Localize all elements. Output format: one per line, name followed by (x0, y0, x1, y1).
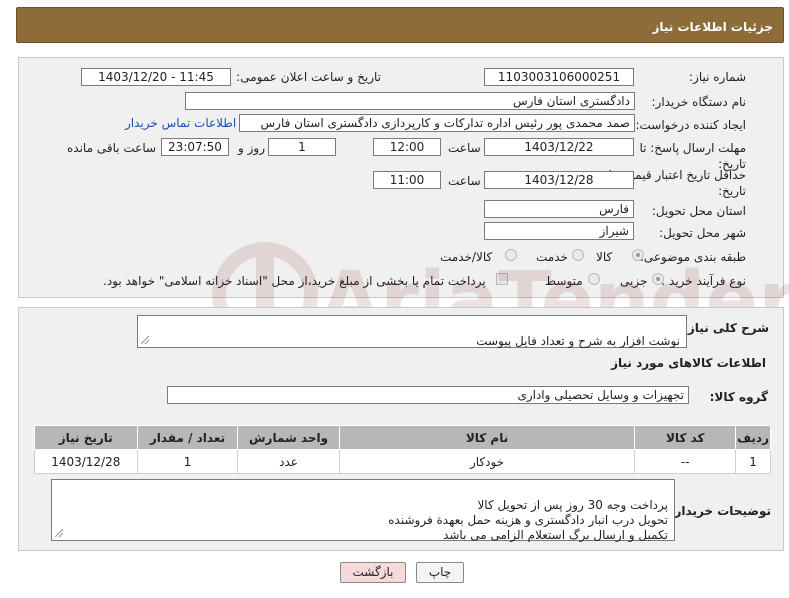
need-number-field: 1103003106000251 (484, 68, 634, 86)
announce-datetime-label: تاریخ و ساعت اعلان عمومی: (236, 70, 381, 84)
buyer-contact-link[interactable]: اطلاعات تماس خریدار (125, 116, 236, 130)
delivery-province-label: استان محل تحویل: (651, 204, 746, 218)
page-header: جزئیات اطلاعات نیاز (16, 7, 784, 43)
goods-table-header-row: ردیف کد کالا نام کالا واحد شمارش تعداد /… (34, 425, 771, 450)
summary-label: شرح کلی نیاز: (683, 321, 769, 335)
process-type-label: نوع فرآیند خرید : (661, 274, 746, 288)
table-row: 1 -- خودکار عدد 1 1403/12/28 (34, 449, 771, 474)
cell-row-number: 1 (735, 449, 771, 474)
cell-goods-name: خودکار (338, 449, 636, 474)
process-medium-label: متوسط (545, 274, 583, 288)
summary-textarea[interactable]: نوشت افزار به شرح و تعداد فایل پیوست (137, 315, 687, 348)
reply-deadline-time-label: ساعت (448, 141, 481, 155)
requester-field: صمد محمدی پور رئیس اداره تدارکات و کارپر… (239, 114, 635, 132)
price-validity-time-label: ساعت (448, 174, 481, 188)
requester-label: ایجاد کننده درخواست: (635, 118, 746, 132)
remaining-days-field: 1 (268, 138, 336, 156)
goods-group-label: گروه کالا: (709, 390, 768, 404)
buyer-notes-label: توضیحات خریدار: (669, 504, 771, 518)
resize-grip-icon[interactable] (55, 529, 63, 537)
cell-need-date: 1403/12/28 (34, 449, 138, 474)
category-service-radio[interactable] (572, 249, 584, 261)
col-goods-code: کد کالا (634, 425, 737, 450)
col-quantity: تعداد / مقدار (136, 425, 239, 450)
price-validity-date-field: 1403/12/28 (484, 171, 634, 189)
page-title: جزئیات اطلاعات نیاز (652, 20, 773, 34)
resize-grip-icon[interactable] (141, 336, 149, 344)
remaining-days-label: روز و (238, 141, 265, 155)
category-service-label: خدمت (536, 250, 568, 264)
print-button[interactable]: چاپ (416, 562, 464, 583)
cell-quantity: 1 (136, 449, 239, 474)
cell-goods-code: -- (634, 449, 737, 474)
category-goods-label: کالا (596, 250, 613, 264)
price-validity-time-field: 11:00 (373, 171, 441, 189)
col-unit: واحد شمارش (237, 425, 340, 450)
buyer-org-label: نام دستگاه خریدار: (651, 95, 747, 109)
reply-deadline-date-field: 1403/12/22 (484, 138, 634, 156)
delivery-city-label: شهر محل تحویل: (659, 226, 746, 240)
col-need-date: تاریخ نیاز (34, 425, 138, 450)
goods-group-field: تجهیزات و وسایل تحصیلی واداری (167, 386, 689, 404)
buyer-org-field: دادگستری استان فارس (185, 92, 635, 110)
buyer-notes-text: پرداخت وجه 30 روز پس از تحویل کالا تحویل… (388, 498, 668, 542)
back-button[interactable]: بازگشت (340, 562, 406, 583)
remaining-time-label: ساعت باقی مانده (67, 141, 157, 155)
process-medium-radio[interactable] (588, 273, 600, 285)
buyer-notes-textarea[interactable]: پرداخت وجه 30 روز پس از تحویل کالا تحویل… (51, 479, 675, 542)
process-minor-radio[interactable] (652, 273, 664, 285)
need-number-label: شماره نیاز: (689, 70, 746, 84)
category-label: طبقه بندی موضوعی: (639, 250, 746, 264)
reply-deadline-time-field: 12:00 (373, 138, 441, 156)
col-row-number: ردیف (735, 425, 771, 450)
cell-unit: عدد (237, 449, 340, 474)
delivery-city-field: شیراز (484, 222, 634, 240)
col-goods-name: نام کالا (338, 425, 636, 450)
category-goods-service-radio[interactable] (505, 249, 517, 261)
category-goods-radio[interactable] (632, 249, 644, 261)
treasury-checkbox[interactable] (496, 273, 508, 285)
announce-datetime-field: 1403/12/20 - 11:45 (81, 68, 231, 86)
summary-text: نوشت افزار به شرح و تعداد فایل پیوست (476, 334, 680, 348)
remaining-time-field: 23:07:50 (161, 138, 229, 156)
process-minor-label: جزیی (620, 274, 648, 288)
category-goods-service-label: کالا/خدمت (440, 250, 493, 264)
treasury-note: پرداخت تمام یا بخشی از مبلغ خرید،از محل … (103, 274, 486, 288)
goods-info-title: اطلاعات کالاهای مورد نیاز (611, 356, 766, 370)
delivery-province-field: فارس (484, 200, 634, 218)
goods-table: ردیف کد کالا نام کالا واحد شمارش تعداد /… (34, 425, 771, 474)
